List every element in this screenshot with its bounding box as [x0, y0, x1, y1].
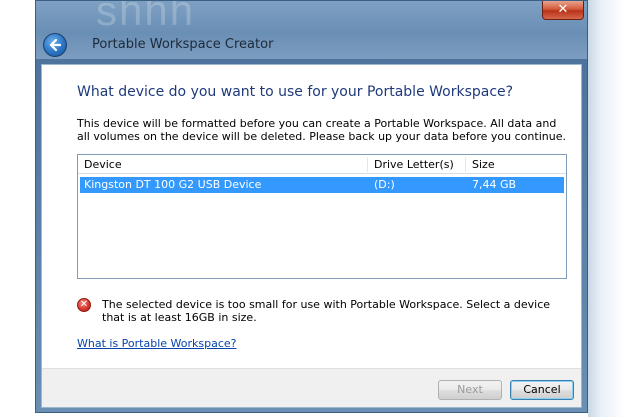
- column-header-device[interactable]: Device: [84, 158, 122, 171]
- wizard-window: shhh ✕ Portable Workspace Creator What d…: [35, 0, 588, 413]
- close-icon: ✕: [557, 2, 569, 17]
- drive-letter-cell: (D:): [374, 178, 395, 191]
- desktop-background: [588, 0, 625, 417]
- column-header-size[interactable]: Size: [472, 158, 495, 171]
- window-title: Portable Workspace Creator: [92, 37, 274, 52]
- error-icon: ✕: [77, 298, 91, 312]
- column-separator[interactable]: [367, 157, 368, 172]
- help-link[interactable]: What is Portable Workspace?: [77, 337, 237, 350]
- cancel-button[interactable]: Cancel: [510, 380, 574, 400]
- next-button[interactable]: Next: [438, 380, 502, 400]
- device-row-selected[interactable]: Kingston DT 100 G2 USB Device (D:) 7,44 …: [80, 177, 564, 193]
- column-header-drive-letters[interactable]: Drive Letter(s): [374, 158, 454, 171]
- size-cell: 7,44 GB: [472, 178, 517, 191]
- close-button[interactable]: ✕: [542, 1, 584, 20]
- button-bar: Next Cancel: [42, 368, 581, 407]
- title-bar[interactable]: shhh ✕ Portable Workspace Creator: [36, 1, 587, 59]
- error-message: The selected device is too small for use…: [102, 298, 551, 324]
- page-heading: What device do you want to use for your …: [77, 84, 514, 100]
- background-watermark-text: shhh: [96, 1, 196, 34]
- column-separator[interactable]: [465, 157, 466, 172]
- back-arrow-icon: [49, 38, 62, 52]
- wizard-content: What device do you want to use for your …: [41, 64, 582, 408]
- page-description: This device will be formatted before you…: [77, 117, 566, 143]
- back-button[interactable]: [43, 33, 67, 57]
- device-list-header: Device Drive Letter(s) Size: [78, 155, 566, 174]
- device-name-cell: Kingston DT 100 G2 USB Device: [84, 178, 262, 191]
- device-list[interactable]: Device Drive Letter(s) Size Kingston DT …: [77, 154, 567, 279]
